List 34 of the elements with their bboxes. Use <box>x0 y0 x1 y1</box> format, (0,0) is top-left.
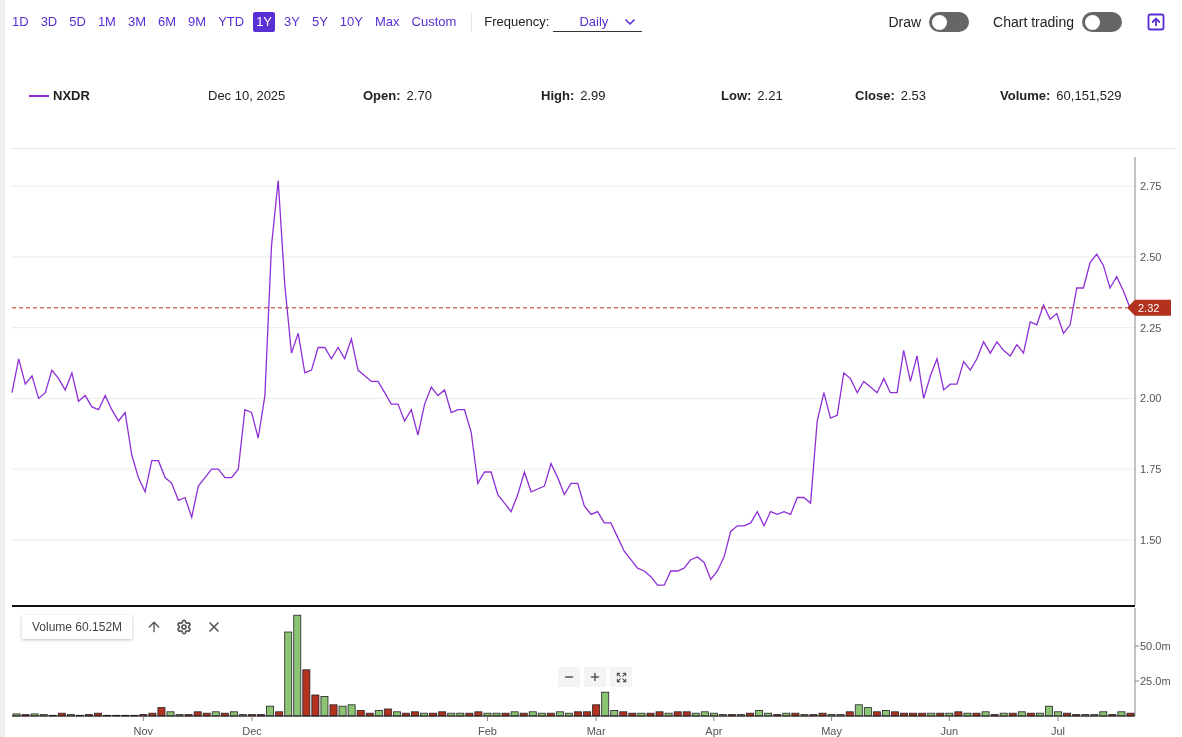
volume-label: Volume 60.152M <box>22 615 133 639</box>
legend-date: Dec 10, 2025 <box>208 87 287 106</box>
legend-field-label: High: <box>541 87 575 106</box>
axis-tick-label: Jun <box>940 725 959 737</box>
legend-symbol: NXDR <box>53 87 90 106</box>
axis-tick-label: 2.50 <box>1140 250 1162 263</box>
legend-field-value: 2.21 <box>757 87 783 106</box>
axis-tick-label: 2.75 <box>1140 180 1162 193</box>
axis-tick-label: Feb <box>478 725 497 737</box>
axis-tick-label: 2.25 <box>1140 321 1162 334</box>
legend-field-label: Open: <box>363 87 401 106</box>
legend-field-value: 2.99 <box>580 87 606 106</box>
legend-field-label: Volume: <box>1000 87 1051 106</box>
toggle-label: Draw <box>888 12 922 32</box>
legend-field-value: 60,151,529 <box>1056 87 1122 106</box>
axis-tick-label: Jul <box>1051 725 1066 737</box>
axis-tick-label: Mar <box>586 725 606 737</box>
axis-tick-label: Dec <box>242 725 262 737</box>
axis-tick-label: 50.0m <box>1140 640 1171 652</box>
legend-field-label: Close: <box>855 87 895 106</box>
legend-field-value: 2.53 <box>900 87 927 106</box>
frequency-label: Frequency: <box>484 13 550 32</box>
last-price-tag: 2.32 <box>1127 299 1171 316</box>
axis-tick-label: May <box>821 725 842 737</box>
axis-tick-label: 1.50 <box>1140 533 1162 546</box>
axis-tick-label: Apr <box>705 725 723 737</box>
axis-tick-label: 1.75 <box>1140 463 1162 476</box>
legend-field-label: Low: <box>721 87 752 106</box>
ref-line-label: 2.32 <box>1138 301 1160 314</box>
legend-field-value: 2.70 <box>406 87 432 106</box>
axis-tick-label: 2.00 <box>1140 392 1162 405</box>
axis-tick-label: Nov <box>133 725 154 737</box>
toggle-label: Chart trading <box>993 12 1074 32</box>
axis-tick-label: 25.0m <box>1140 675 1171 687</box>
